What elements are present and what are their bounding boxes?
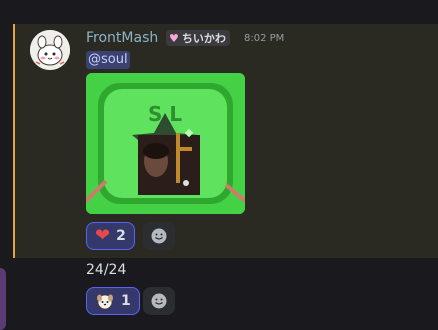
image-attachment[interactable]: S L <box>86 73 245 214</box>
message-text: 24/24 <box>86 262 127 278</box>
truncated-glyph: · <box>120 0 126 3</box>
chat-stage: · FrontMash ♥ ちいかわ 8:02 PM @soul <box>0 0 438 330</box>
user-mention[interactable]: @soul <box>86 51 130 69</box>
message-timestamp[interactable]: 8:02 PM <box>244 33 284 44</box>
add-reaction-button[interactable] <box>143 222 175 250</box>
role-tag[interactable]: ♥ ちいかわ <box>166 30 230 46</box>
reaction-count: 1 <box>121 293 131 309</box>
dog-face-icon <box>97 294 113 310</box>
avatar[interactable] <box>30 30 70 70</box>
previous-message-edge: · <box>0 0 438 22</box>
reaction-count: 2 <box>116 228 126 244</box>
heart-role-icon: ♥ <box>169 31 179 45</box>
reaction-dog[interactable]: 1 <box>86 287 140 315</box>
red-heart-icon: ❤ <box>95 225 111 246</box>
attachment-artwork: S L <box>86 73 245 214</box>
add-reaction-button[interactable] <box>143 287 175 315</box>
avatar-illustration <box>30 30 70 70</box>
role-tag-label: ちいかわ <box>181 32 226 45</box>
smiley-icon <box>151 293 167 309</box>
message-username[interactable]: FrontMash <box>86 30 158 46</box>
left-server-decoration <box>0 268 6 330</box>
reaction-heart[interactable]: ❤ 2 <box>86 222 135 250</box>
smiley-icon <box>151 228 167 244</box>
